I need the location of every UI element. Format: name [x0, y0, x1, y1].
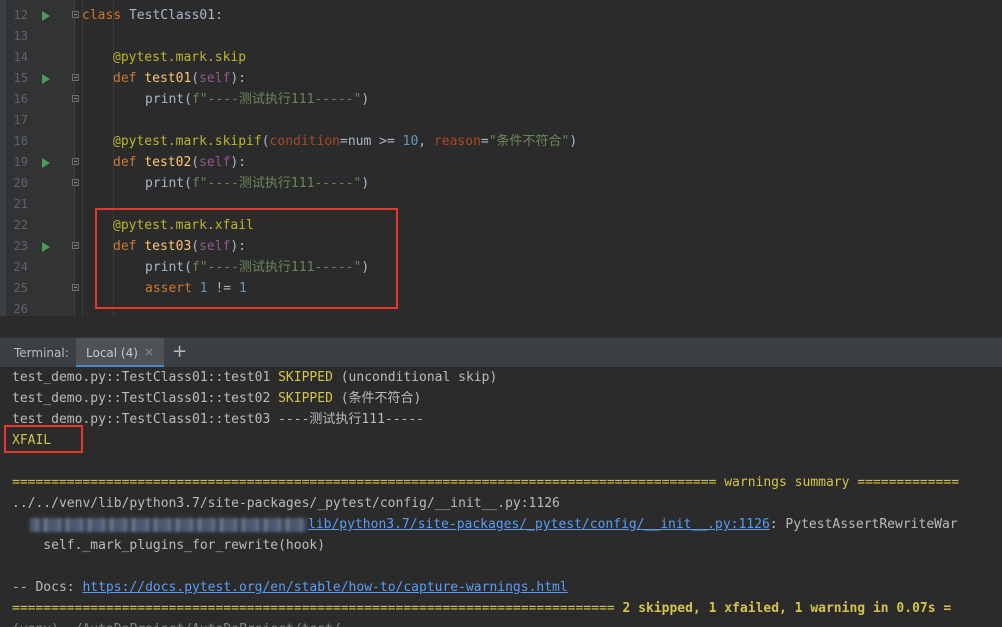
code-line: 19 def test02(self): — [0, 152, 1002, 173]
line-number: 15 — [13, 71, 28, 85]
line-number: 20 — [13, 176, 28, 190]
close-icon[interactable]: × — [144, 345, 154, 359]
docs-link[interactable]: https://docs.pytest.org/en/stable/how-to… — [82, 580, 567, 595]
line-number: 25 — [13, 281, 28, 295]
terminal-output[interactable]: test_demo.py::TestClass01::test01 SKIPPE… — [0, 367, 1002, 627]
code-editor[interactable]: 12 class TestClass01: 13 14 @pytest.mark… — [0, 0, 1002, 316]
code-text: class TestClass01: — [82, 8, 223, 23]
code-text: print(f"----测试执行111-----") — [145, 92, 370, 107]
fold-icon[interactable] — [72, 158, 79, 165]
line-number: 14 — [13, 50, 28, 64]
fold-end-icon[interactable] — [72, 95, 79, 102]
xfail-output-highlight-box — [4, 425, 83, 453]
code-text: def test01(self): — [113, 71, 247, 86]
run-gutter-icon[interactable] — [42, 158, 50, 168]
run-gutter-icon[interactable] — [42, 11, 50, 21]
terminal-line: ../../venv/lib/python3.7/site-packages/_… — [12, 496, 560, 511]
terminal-title: Terminal: — [14, 346, 69, 360]
line-number: 22 — [13, 218, 28, 232]
code-line: 15 def test01(self): — [0, 68, 1002, 89]
fold-icon[interactable] — [72, 74, 79, 81]
line-number: 19 — [13, 155, 28, 169]
line-number: 16 — [13, 92, 28, 106]
run-gutter-icon[interactable] — [42, 74, 50, 84]
code-text: @pytest.mark.skipif(condition=num >= 10,… — [113, 134, 578, 149]
add-tab-icon[interactable]: + — [172, 341, 187, 362]
xfail-highlight-box — [95, 208, 398, 309]
terminal-line: lib/python3.7/site-packages/_pytest/conf… — [30, 514, 958, 535]
test-summary-line: ========================================… — [12, 601, 952, 616]
code-line: 17 — [0, 110, 1002, 131]
code-text: print(f"----测试执行111-----") — [145, 176, 370, 191]
terminal-line: -- Docs: https://docs.pytest.org/en/stab… — [12, 580, 568, 595]
run-gutter-icon[interactable] — [42, 242, 50, 252]
terminal-line: test_demo.py::TestClass01::test02 SKIPPE… — [12, 391, 422, 406]
warning-source-link[interactable]: lib/python3.7/site-packages/_pytest/conf… — [308, 517, 770, 532]
code-line: 16 print(f"----测试执行111-----") — [0, 89, 1002, 110]
fold-end-icon[interactable] — [72, 179, 79, 186]
code-line: 18 @pytest.mark.skipif(condition=num >= … — [0, 131, 1002, 152]
terminal-toolbar: Terminal: Local (4) × + — [0, 337, 1002, 368]
code-line: 14 @pytest.mark.skip — [0, 47, 1002, 68]
code-text: def test02(self): — [113, 155, 247, 170]
warnings-summary-header: ========================================… — [12, 475, 960, 490]
terminal-tab-local[interactable]: Local (4) × — [76, 338, 164, 368]
terminal-line: self._mark_plugins_for_rewrite(hook) — [12, 538, 326, 553]
line-number: 21 — [13, 197, 28, 211]
fold-end-icon[interactable] — [72, 284, 79, 291]
code-line: 20 print(f"----测试执行111-----") — [0, 173, 1002, 194]
fold-icon[interactable] — [72, 242, 79, 249]
code-text: @pytest.mark.skip — [113, 50, 247, 65]
line-number: 26 — [13, 302, 28, 316]
terminal-prompt[interactable]: (venv) ~/AutoDoProject/AutoDoProject/tes… — [12, 619, 364, 627]
code-line: 12 class TestClass01: — [0, 5, 1002, 26]
line-number: 18 — [13, 134, 28, 148]
line-number: 13 — [13, 29, 28, 43]
line-number: 17 — [13, 113, 28, 127]
redacted-path — [30, 517, 308, 532]
code-line: 13 — [0, 26, 1002, 47]
terminal-line: test_demo.py::TestClass01::test01 SKIPPE… — [12, 370, 498, 385]
fold-icon[interactable] — [72, 11, 79, 18]
terminal-tab-label: Local (4) — [86, 346, 138, 360]
line-number: 12 — [13, 8, 28, 22]
line-number: 24 — [13, 260, 28, 274]
line-number: 23 — [13, 239, 28, 253]
